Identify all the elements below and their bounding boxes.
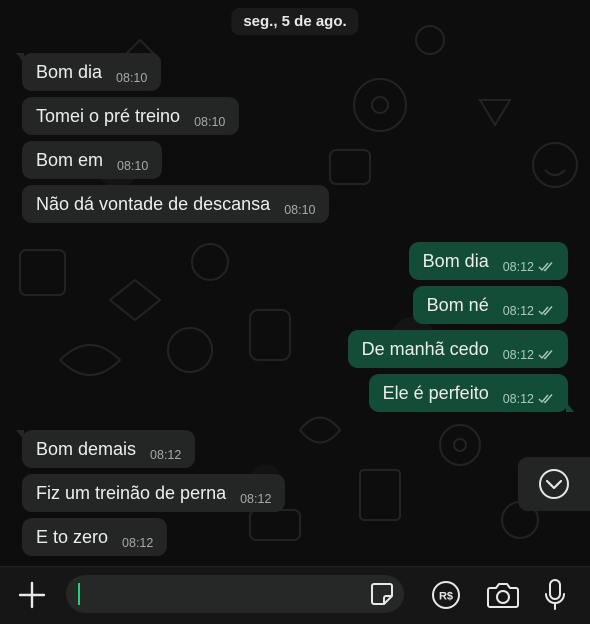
message-time: 08:12 xyxy=(150,448,182,462)
message-meta: 08:12 xyxy=(503,348,554,362)
incoming-message[interactable]: Bom demais 08:12 xyxy=(15,430,196,468)
incoming-message[interactable]: Fiz um treinão de perna 08:12 xyxy=(22,474,286,512)
outgoing-message[interactable]: Bom dia 08:12 xyxy=(408,242,568,280)
message-text: Bom demais xyxy=(36,438,137,459)
sticker-button[interactable] xyxy=(368,580,396,608)
message-time: 08:12 xyxy=(502,392,534,406)
message-time: 08:10 xyxy=(117,159,149,173)
chevron-down-icon xyxy=(539,469,569,499)
message-meta: 08:12 xyxy=(503,392,554,406)
payment-icon: R$ xyxy=(432,581,460,609)
sticker-icon xyxy=(371,583,393,605)
scroll-to-bottom-button[interactable] xyxy=(518,457,590,511)
message-time: 08:12 xyxy=(502,348,534,362)
message-text: Não dá vontade de descansa xyxy=(36,193,271,214)
outgoing-message[interactable]: De manhã cedo 08:12 xyxy=(347,330,568,368)
message-text: Bom né xyxy=(426,294,489,315)
message-input[interactable] xyxy=(66,575,404,613)
message-text: Bom em xyxy=(36,149,104,170)
message-time: 08:10 xyxy=(194,115,226,129)
chat-background: seg., 5 de ago. Bom dia 08:10 Tomei o pr… xyxy=(0,0,590,566)
incoming-message[interactable]: E to zero 08:12 xyxy=(22,518,168,556)
message-time: 08:10 xyxy=(284,203,316,217)
incoming-message[interactable]: Não dá vontade de descansa 08:10 xyxy=(22,185,330,223)
message-time: 08:12 xyxy=(240,492,272,506)
outgoing-message[interactable]: Ele é perfeito 08:12 xyxy=(368,374,575,412)
composer-bar: R$ xyxy=(0,566,590,624)
plus-icon xyxy=(18,581,46,609)
message-text: Ele é perfeito xyxy=(382,382,489,403)
message-text: Fiz um treinão de perna xyxy=(36,482,227,503)
attach-button[interactable] xyxy=(14,579,50,611)
message-time: 08:12 xyxy=(502,260,534,274)
read-ticks-icon xyxy=(538,306,553,316)
camera-icon xyxy=(487,583,519,608)
incoming-message[interactable]: Bom dia 08:10 xyxy=(15,53,162,91)
message-meta: 08:12 xyxy=(503,304,554,318)
message-text: Bom dia xyxy=(36,61,103,82)
read-ticks-icon xyxy=(538,394,553,404)
read-ticks-icon xyxy=(538,350,553,360)
message-text: Tomei o pré treino xyxy=(36,105,181,126)
message-time: 08:12 xyxy=(122,536,154,550)
svg-text:R$: R$ xyxy=(439,591,453,603)
message-meta: 08:12 xyxy=(503,260,554,274)
incoming-message[interactable]: Tomei o pré treino 08:10 xyxy=(22,97,240,135)
microphone-icon xyxy=(545,579,565,610)
incoming-message[interactable]: Bom em 08:10 xyxy=(22,141,163,179)
read-ticks-icon xyxy=(538,262,553,272)
camera-button[interactable] xyxy=(484,577,522,613)
outgoing-message[interactable]: Bom né 08:12 xyxy=(412,286,568,324)
payment-button[interactable]: R$ xyxy=(428,577,464,613)
date-separator: seg., 5 de ago. xyxy=(231,8,359,35)
message-text: E to zero xyxy=(36,526,109,547)
text-cursor xyxy=(78,583,80,605)
message-text: De manhã cedo xyxy=(361,338,489,359)
voice-message-button[interactable] xyxy=(540,576,570,614)
message-text: Bom dia xyxy=(422,250,489,271)
message-time: 08:10 xyxy=(116,71,148,85)
message-time: 08:12 xyxy=(502,304,534,318)
